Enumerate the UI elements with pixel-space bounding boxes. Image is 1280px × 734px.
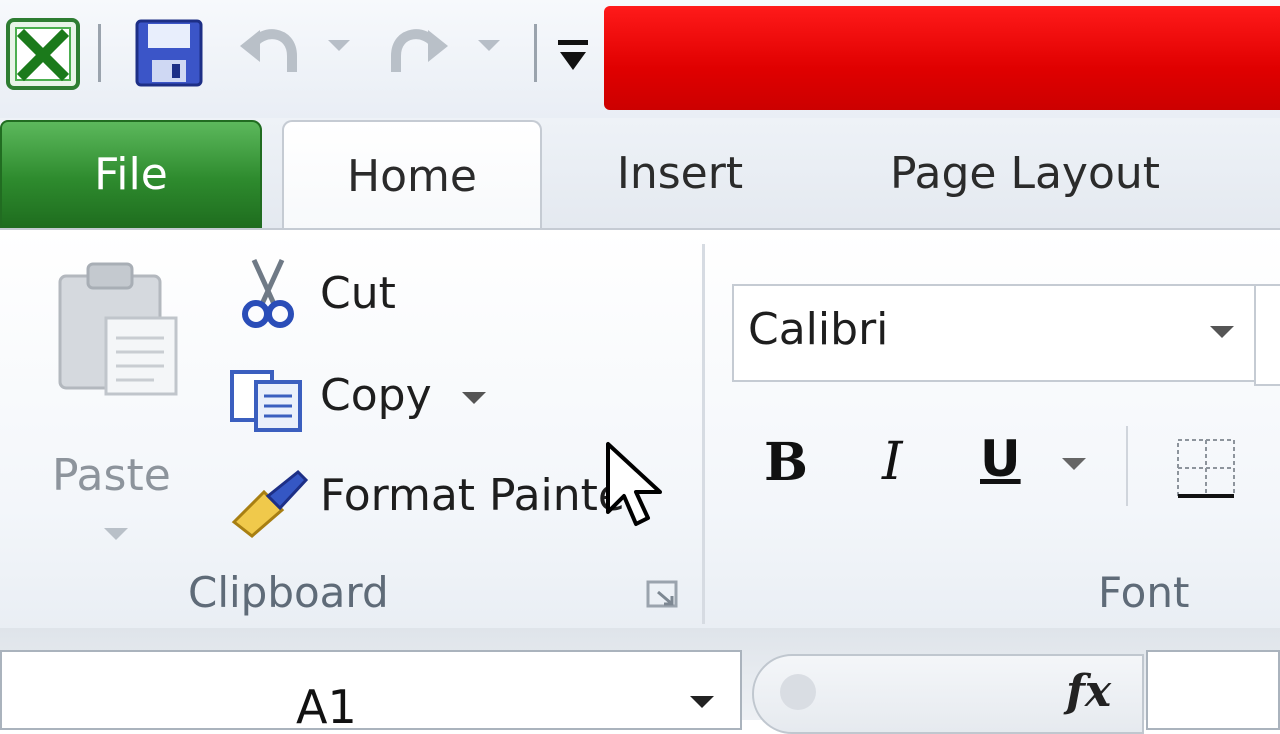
cut-label: Cut xyxy=(320,268,396,319)
tab-file-label: File xyxy=(94,148,168,200)
undo-icon[interactable] xyxy=(238,22,302,82)
borders-icon[interactable] xyxy=(1174,436,1238,500)
tab-page-layout-label: Page Layout xyxy=(889,147,1161,199)
underline-label: U xyxy=(980,430,1021,488)
clipboard-dialog-launcher-icon[interactable] xyxy=(646,580,680,610)
tab-insert-label: Insert xyxy=(616,147,744,199)
font-group-separator xyxy=(1126,426,1128,506)
name-box[interactable]: A1 xyxy=(0,650,742,734)
font-group-label: Font xyxy=(1098,568,1190,617)
undo-dropdown-icon[interactable] xyxy=(328,40,350,51)
copy-dropdown-icon[interactable] xyxy=(462,392,486,404)
scissors-icon xyxy=(242,258,294,328)
clipboard-group: Paste Cut Copy Format Painter Clipboard xyxy=(0,230,704,630)
ribbon-tabs: File Home Insert Page Layout xyxy=(0,118,1280,230)
tab-home-label: Home xyxy=(347,150,477,202)
insert-function-button[interactable]: fx xyxy=(1066,666,1111,717)
formula-bar-area: A1 fx xyxy=(0,628,1280,734)
excel-icon[interactable] xyxy=(6,18,80,90)
font-name-combobox[interactable]: Calibri xyxy=(732,284,1262,382)
bold-button[interactable]: B xyxy=(754,426,824,502)
mouse-cursor-icon xyxy=(606,442,662,526)
font-name-dropdown-icon[interactable] xyxy=(1210,326,1234,338)
tab-home[interactable]: Home xyxy=(282,120,542,230)
italic-label: I xyxy=(882,432,903,492)
qat-separator xyxy=(534,24,537,82)
bold-label: B xyxy=(764,432,808,493)
name-box-value: A1 xyxy=(296,680,357,734)
qat-separator xyxy=(98,24,101,82)
quick-access-toolbar xyxy=(0,0,1280,118)
cut-button[interactable]: Cut xyxy=(236,256,466,336)
cancel-formula-icon[interactable] xyxy=(780,674,816,710)
formula-input[interactable] xyxy=(1146,650,1280,730)
underline-button[interactable]: U xyxy=(972,426,1052,502)
clipboard-group-label: Clipboard xyxy=(188,568,389,617)
copy-label: Copy xyxy=(320,370,432,421)
paste-dropdown-icon[interactable] xyxy=(104,528,128,540)
font-group: Calibri B I U Font xyxy=(708,230,1280,630)
title-bar xyxy=(604,6,1280,110)
paste-icon xyxy=(58,262,178,396)
save-icon[interactable] xyxy=(134,18,204,88)
ribbon: Paste Cut Copy Format Painter Clipboard … xyxy=(0,228,1280,630)
italic-button[interactable]: I xyxy=(866,426,936,502)
name-box-dropdown-icon[interactable] xyxy=(690,696,714,708)
copy-button[interactable]: Copy xyxy=(226,360,506,440)
redo-icon[interactable] xyxy=(386,22,450,82)
format-painter-icon xyxy=(231,469,309,538)
formula-buttons: fx xyxy=(752,654,1144,734)
tab-file[interactable]: File xyxy=(0,120,262,228)
customize-qat-icon[interactable] xyxy=(556,36,590,76)
paste-button[interactable]: Paste xyxy=(40,254,190,544)
redo-dropdown-icon[interactable] xyxy=(478,40,500,51)
copy-icon xyxy=(230,370,302,432)
paste-label: Paste xyxy=(52,450,171,501)
font-size-combobox[interactable] xyxy=(1254,284,1280,386)
font-name-value: Calibri xyxy=(748,304,889,355)
underline-dropdown-icon[interactable] xyxy=(1062,458,1086,470)
format-painter-label: Format Painter xyxy=(320,470,644,521)
tab-page-layout[interactable]: Page Layout xyxy=(860,118,1190,228)
group-separator xyxy=(702,244,705,624)
tab-insert[interactable]: Insert xyxy=(580,118,780,228)
